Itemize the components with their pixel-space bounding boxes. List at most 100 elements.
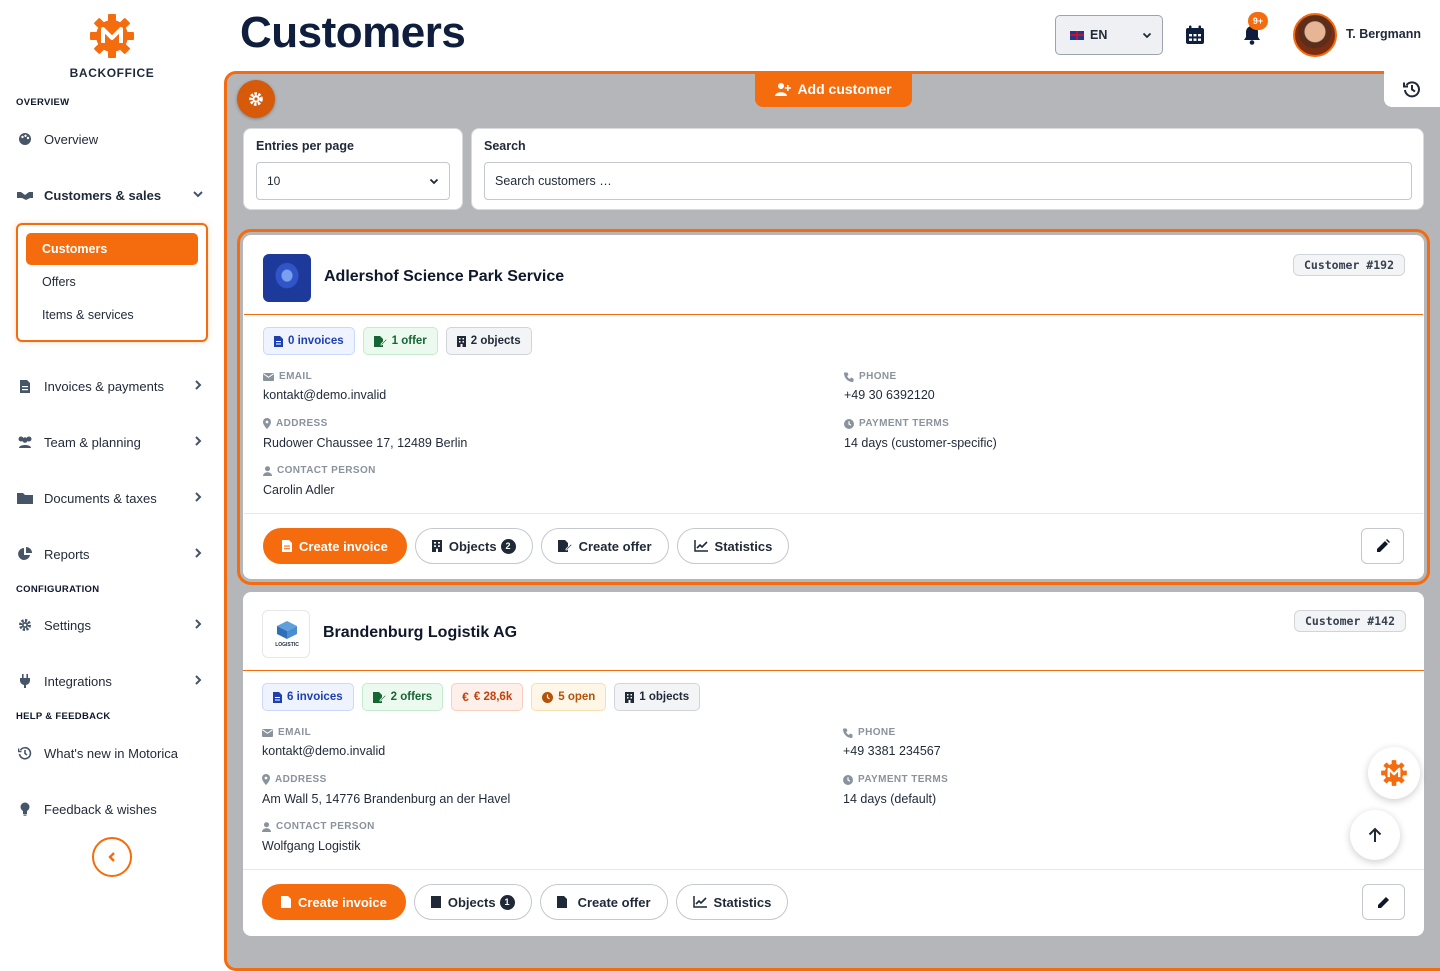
subnav-offers[interactable]: Offers xyxy=(26,266,198,298)
subnav-customers[interactable]: Customers xyxy=(26,233,198,265)
avatar[interactable] xyxy=(1293,13,1337,57)
divider xyxy=(243,869,1424,870)
offers-badge[interactable]: 1 offer xyxy=(362,327,438,355)
revenue-badge[interactable]: € € 28,6k xyxy=(451,683,524,711)
statistics-button[interactable]: Statistics xyxy=(676,528,790,564)
payment-terms-label: PAYMENT TERMS xyxy=(844,418,949,429)
motorica-logo-icon[interactable] xyxy=(88,12,136,60)
email-value[interactable]: kontakt@demo.invalid xyxy=(262,744,385,758)
address-value: Rudower Chaussee 17, 12489 Berlin xyxy=(263,436,468,450)
nav-settings[interactable]: Settings xyxy=(16,610,208,640)
invoices-badge[interactable]: 6 invoices xyxy=(262,683,354,711)
create-invoice-button[interactable]: Create invoice xyxy=(262,884,406,920)
address-value: Am Wall 5, 14776 Brandenburg an der Have… xyxy=(262,792,511,806)
handshake-icon xyxy=(16,188,34,202)
customer-name[interactable]: Brandenburg Logistik AG xyxy=(323,624,517,642)
create-invoice-button[interactable]: Create invoice xyxy=(263,528,407,564)
objects-label: Objects xyxy=(448,538,497,554)
map-pin-icon xyxy=(262,774,270,785)
contact-person-value: Carolin Adler xyxy=(263,483,335,497)
statistics-button[interactable]: Statistics xyxy=(675,884,789,920)
customer-card: Adlershof Science Park Service Customer … xyxy=(237,229,1430,585)
notification-badge: 9+ xyxy=(1248,12,1268,30)
nav-integrations[interactable]: Integrations xyxy=(16,666,208,696)
user-icon xyxy=(262,821,271,832)
nav-overview[interactable]: Overview xyxy=(16,124,208,154)
customer-actions: Create invoice Objects 2 Create offer St… xyxy=(263,528,790,564)
history-icon xyxy=(16,746,34,760)
objects-button[interactable]: Objects 2 xyxy=(414,528,533,564)
nav-customers-sales[interactable]: Customers & sales xyxy=(16,180,208,210)
email-value[interactable]: kontakt@demo.invalid xyxy=(263,388,386,402)
open-invoices-badge[interactable]: 5 open xyxy=(531,683,607,711)
phone-value[interactable]: +49 30 6392120 xyxy=(844,388,935,402)
customer-id-badge: Customer #142 xyxy=(1293,610,1406,632)
assistant-button[interactable] xyxy=(1368,747,1420,799)
phone-value[interactable]: +49 3381 234567 xyxy=(843,744,941,758)
section-configuration: CONFIGURATION xyxy=(16,584,100,595)
customer-badges: 0 invoices 1 offer 2 objects xyxy=(263,327,532,355)
add-customer-label: Add customer xyxy=(797,81,892,97)
objects-button[interactable]: Objects 1 xyxy=(413,884,532,920)
section-overview: OVERVIEW xyxy=(16,97,70,108)
nav-integrations-label: Integrations xyxy=(44,673,112,689)
nav-invoices-payments[interactable]: Invoices & payments xyxy=(16,371,208,401)
history-icon xyxy=(1403,81,1420,98)
lightbulb-icon xyxy=(16,802,34,816)
subnav-items-services[interactable]: Items & services xyxy=(26,299,198,331)
edit-customer-button[interactable] xyxy=(1361,528,1404,564)
invoices-badge[interactable]: 0 invoices xyxy=(263,327,355,355)
chevron-right-icon xyxy=(195,675,202,685)
nav-documents-taxes[interactable]: Documents & taxes xyxy=(16,483,208,513)
objects-badge[interactable]: 2 objects xyxy=(445,327,532,355)
invoice-icon xyxy=(281,896,291,908)
create-offer-label: Create offer xyxy=(578,538,652,554)
nav-reports-label: Reports xyxy=(44,546,90,562)
user-plus-icon xyxy=(775,83,792,96)
edit-customer-button[interactable] xyxy=(1362,884,1405,920)
invoice-icon xyxy=(16,379,34,393)
statistics-label: Statistics xyxy=(713,894,772,910)
building-icon xyxy=(625,691,635,703)
objects-badge[interactable]: 1 objects xyxy=(614,683,701,711)
address-label: ADDRESS xyxy=(263,418,328,429)
history-button[interactable] xyxy=(1384,71,1440,107)
create-offer-button[interactable]: Create offer xyxy=(540,528,669,564)
building-icon xyxy=(431,540,442,552)
user-name[interactable]: T. Bergmann xyxy=(1346,27,1421,41)
add-customer-button[interactable]: Add customer xyxy=(755,71,912,107)
collapse-sidebar-button[interactable] xyxy=(92,837,132,877)
language-value: EN xyxy=(1090,28,1108,42)
payment-terms-label-text: PAYMENT TERMS xyxy=(859,418,950,429)
search-input[interactable]: Search customers … xyxy=(484,162,1412,200)
clock-icon xyxy=(843,774,853,785)
divider xyxy=(244,513,1423,514)
file-signature-icon xyxy=(373,335,387,347)
entries-per-page-select[interactable]: 10 xyxy=(256,162,450,200)
calendar-icon[interactable] xyxy=(1184,24,1206,46)
arrow-up-icon xyxy=(1368,827,1382,842)
offers-badge[interactable]: 2 offers xyxy=(361,683,444,711)
objects-count: 2 xyxy=(500,538,516,554)
nav-team-planning[interactable]: Team & planning xyxy=(16,427,208,457)
open-badge-label: 5 open xyxy=(558,691,596,703)
revenue-badge-label: € 28,6k xyxy=(473,691,513,703)
chevron-down-icon xyxy=(1142,32,1152,39)
page-settings-button[interactable] xyxy=(237,80,275,118)
palette-icon xyxy=(16,132,34,146)
plug-icon xyxy=(16,674,34,688)
create-offer-button[interactable]: Create offer xyxy=(539,884,668,920)
customer-name[interactable]: Adlershof Science Park Service xyxy=(324,268,564,286)
nav-whats-new[interactable]: What's new in Motorica xyxy=(16,738,208,768)
nav-feedback[interactable]: Feedback & wishes xyxy=(16,794,208,824)
nav-settings-label: Settings xyxy=(44,617,91,633)
language-select[interactable]: EN xyxy=(1055,15,1163,55)
building-icon xyxy=(430,896,441,908)
scroll-to-top-button[interactable] xyxy=(1350,810,1400,860)
nav-reports[interactable]: Reports xyxy=(16,539,208,569)
invoices-badge-label: 0 invoices xyxy=(288,335,344,347)
sidebar: BACKOFFICE OVERVIEW Overview Customers &… xyxy=(0,0,224,900)
search-placeholder: Search customers … xyxy=(495,174,612,188)
nav-whats-new-label: What's new in Motorica xyxy=(44,745,178,761)
create-invoice-label: Create invoice xyxy=(299,538,388,554)
